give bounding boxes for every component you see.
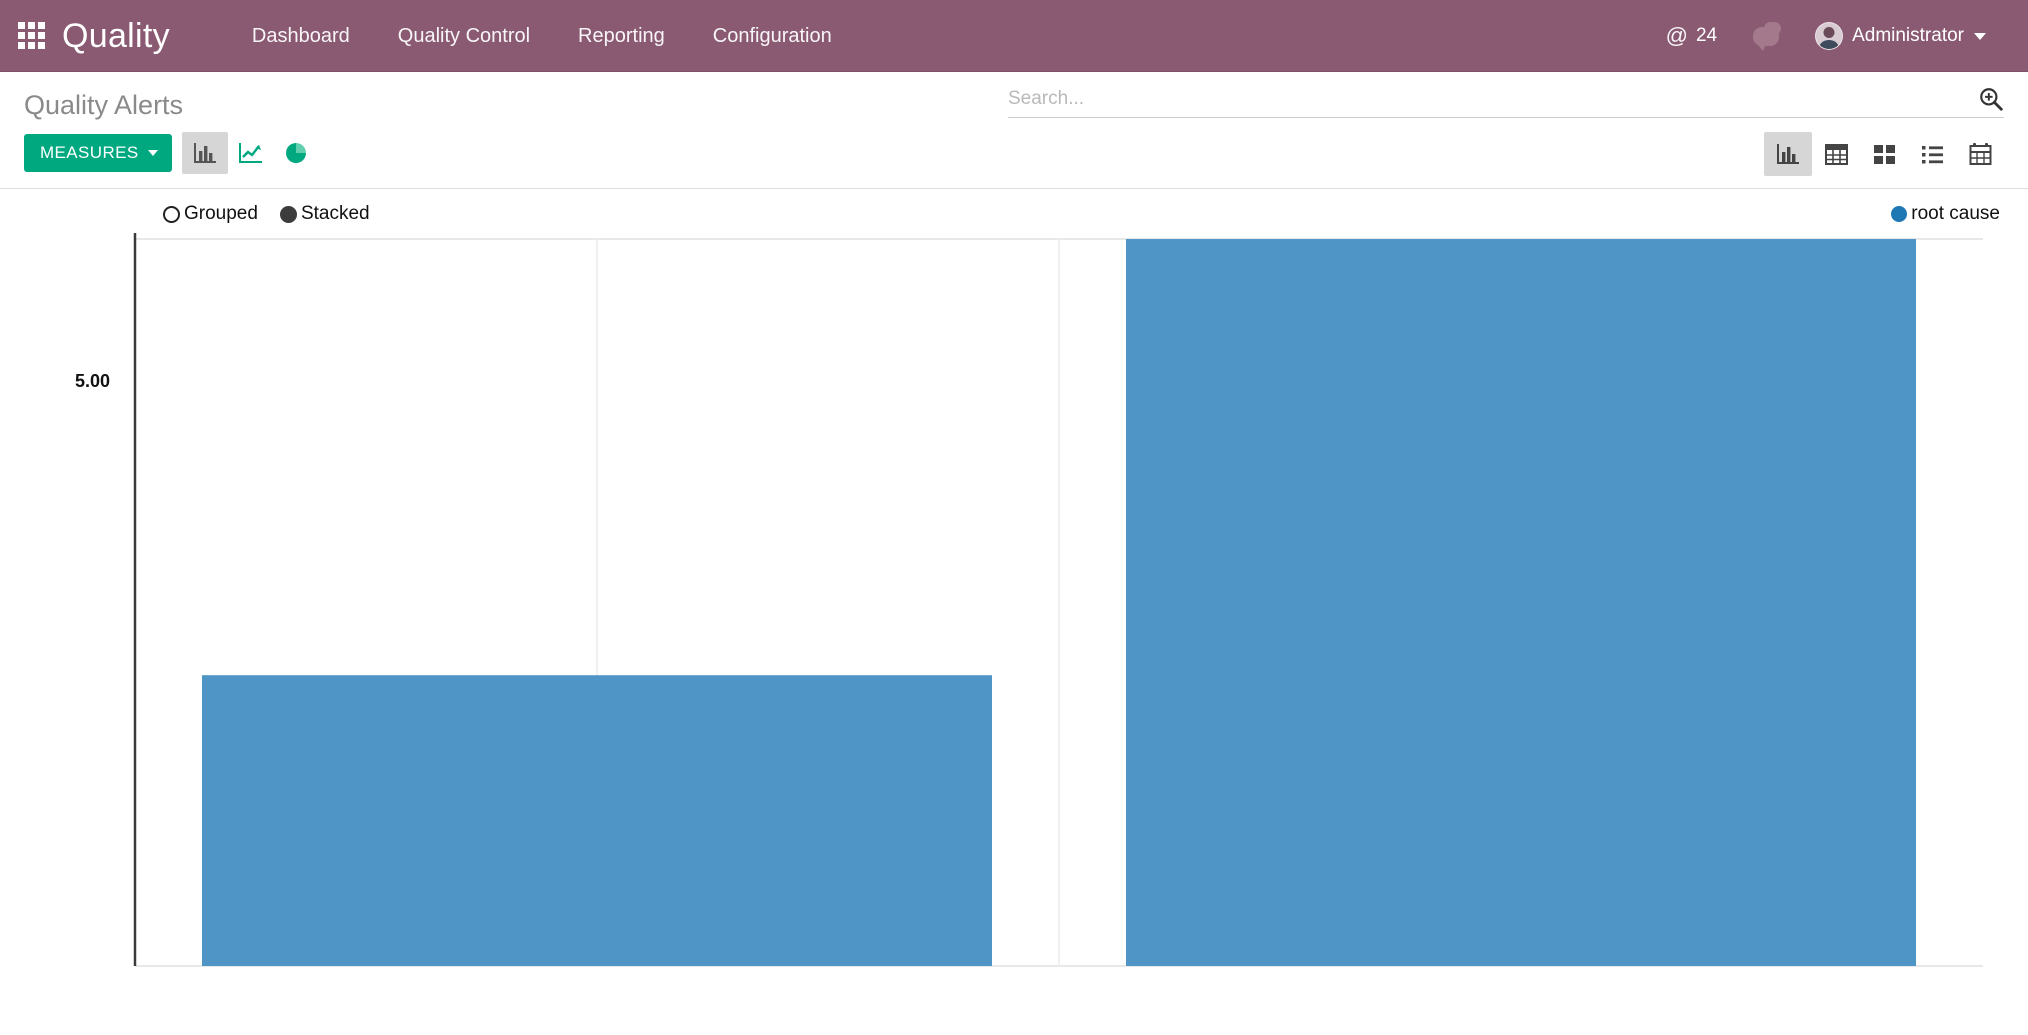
page-title: Quality Alerts [24,90,184,120]
messages-button[interactable] [1735,0,1797,72]
user-name-label: Administrator [1852,25,1964,46]
view-button-calendar[interactable] [1956,132,2004,176]
navbar-right-group: @ 24 Administrator [1648,0,2004,72]
menu-item-dashboard[interactable]: Dashboard [228,0,374,72]
app-brand-title[interactable]: Quality [62,19,170,53]
chevron-down-icon [1974,32,1986,40]
table-icon [1824,143,1848,165]
mentions-count: 24 [1695,25,1718,46]
calendar-icon [1969,143,1991,165]
line-chart-icon [239,143,263,163]
apps-menu-toggle[interactable] [0,0,62,72]
bar-chart-icon [193,143,216,163]
view-button-kanban[interactable] [1860,132,1908,176]
user-avatar [1815,22,1844,50]
y-axis-tick-max: 5.00 [74,371,110,391]
view-switcher [1764,132,2004,176]
bar-0[interactable] [201,675,993,966]
bar-1[interactable] [1125,239,1917,966]
mentions-button[interactable]: @ 24 [1648,0,1735,72]
search-input[interactable] [1008,86,1968,112]
bar-chart-icon [1777,144,1799,164]
control-panel-top-row: Quality Alerts [0,72,2028,128]
view-button-pivot[interactable] [1812,132,1860,176]
main-menu: Dashboard Quality Control Reporting Conf… [228,0,856,72]
apps-grid-icon [17,22,45,49]
line-chart-button[interactable] [228,132,274,174]
chat-bubble-icon [1753,21,1782,51]
kanban-icon [1873,144,1895,164]
user-menu[interactable]: Administrator [1797,0,2004,72]
pie-chart-button[interactable] [274,132,320,174]
measures-button-label: MEASURES [40,143,139,162]
top-navbar: Quality Dashboard Quality Control Report… [0,0,2028,72]
view-button-graph[interactable] [1764,132,1812,176]
chart-plot-area [0,189,2028,1035]
pie-chart-icon [286,142,307,163]
bar-chart-svg[interactable] [0,189,2028,1035]
graph-view-container: Grouped Stacked root cause 5.00 0.00 Par… [0,189,2028,1035]
menu-item-configuration[interactable]: Configuration [689,0,856,72]
menu-item-reporting[interactable]: Reporting [554,0,689,72]
chart-type-buttons [181,132,320,174]
search-plus-icon[interactable] [1978,86,2004,112]
view-button-list[interactable] [1908,132,1956,176]
menu-item-quality-control[interactable]: Quality Control [374,0,554,72]
bar-chart-button[interactable] [181,132,228,174]
control-panel: Quality Alerts MEASURES [0,72,2028,189]
list-icon [1921,145,1943,163]
measures-button[interactable]: MEASURES [24,134,172,172]
search-bar[interactable] [1008,86,2004,118]
control-panel-bottom-row: MEASURES [0,128,2028,189]
at-icon: @ [1665,23,1688,48]
caret-down-icon [147,150,158,156]
